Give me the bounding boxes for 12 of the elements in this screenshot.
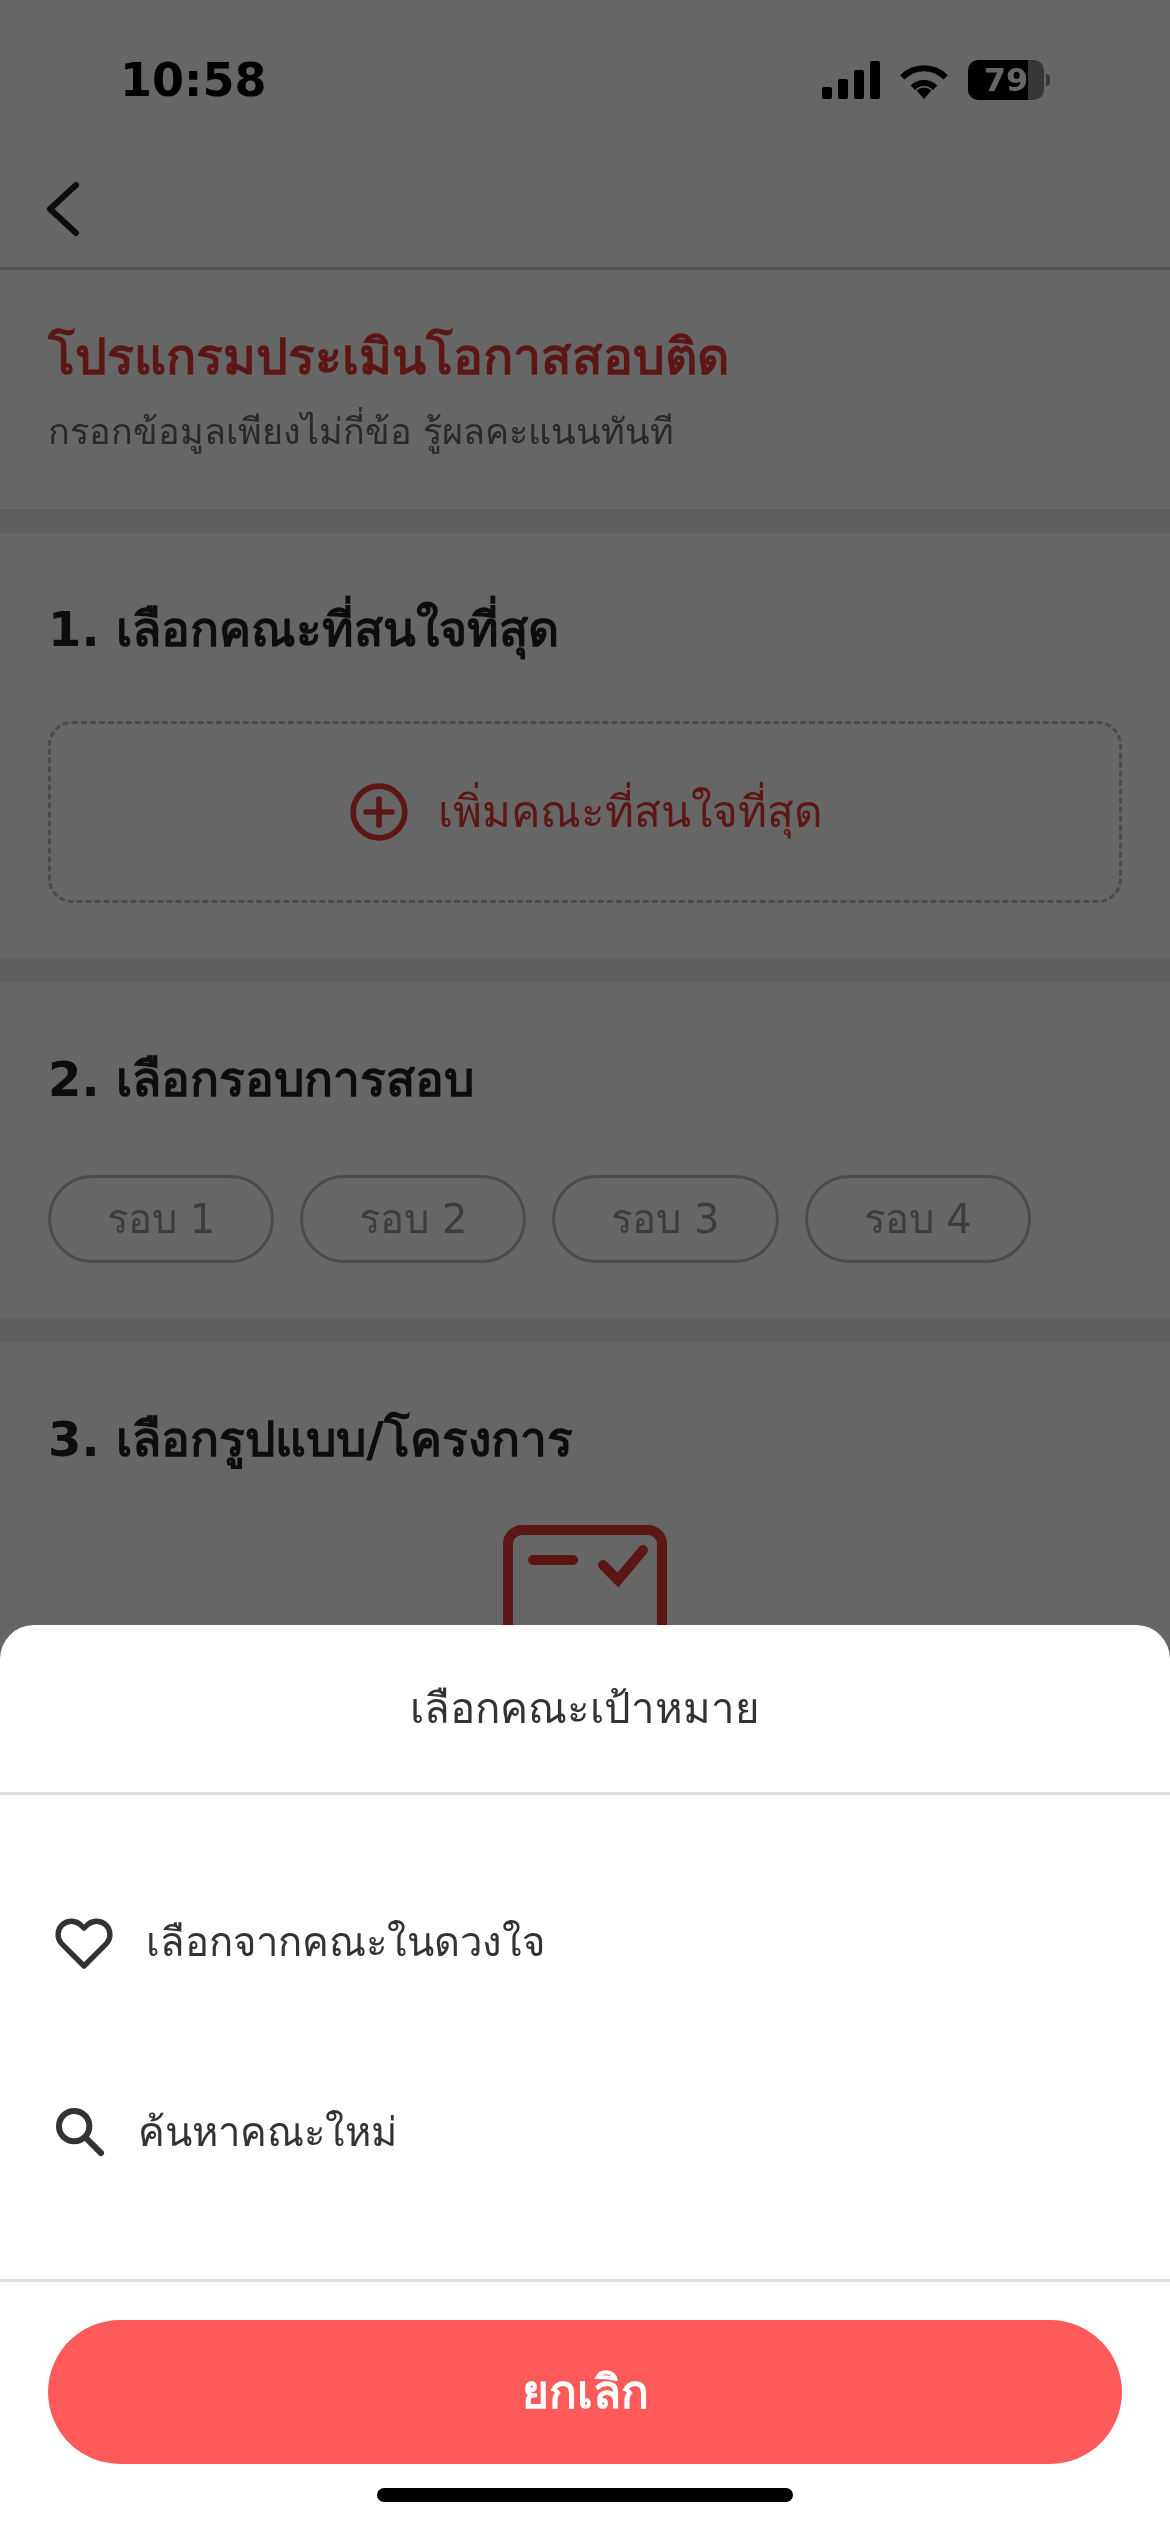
sheet-title: เลือกคณะเป้าหมาย bbox=[0, 1625, 1170, 1795]
sheet-option[interactable]: เลือกจากคณะในดวงใจ bbox=[0, 1847, 1170, 2037]
cancel-button[interactable]: ยกเลิก bbox=[48, 2320, 1122, 2464]
page-title: โปรแกรมประเมินโอกาสสอบติด bbox=[48, 327, 730, 388]
sheet-option[interactable]: ค้นหาคณะใหม่ bbox=[0, 2037, 1170, 2227]
add-faculty-button[interactable]: เพิ่มคณะที่สนใจที่สุด bbox=[48, 721, 1122, 903]
section-heading: 3. เลือกรูปแบบ/โครงการ bbox=[48, 1410, 574, 1471]
page-subtitle: กรอกข้อมูลเพียงไม่กี่ข้อ รู้ผลคะแนนทันที bbox=[48, 405, 1122, 459]
battery-level: 79 bbox=[968, 60, 1044, 100]
status-time: 10:58 bbox=[120, 51, 267, 109]
section-heading: 2. เลือกรอบการสอบ bbox=[48, 1050, 476, 1109]
section-heading: 1. เลือกคณะที่สนใจที่สุด bbox=[48, 593, 1122, 665]
